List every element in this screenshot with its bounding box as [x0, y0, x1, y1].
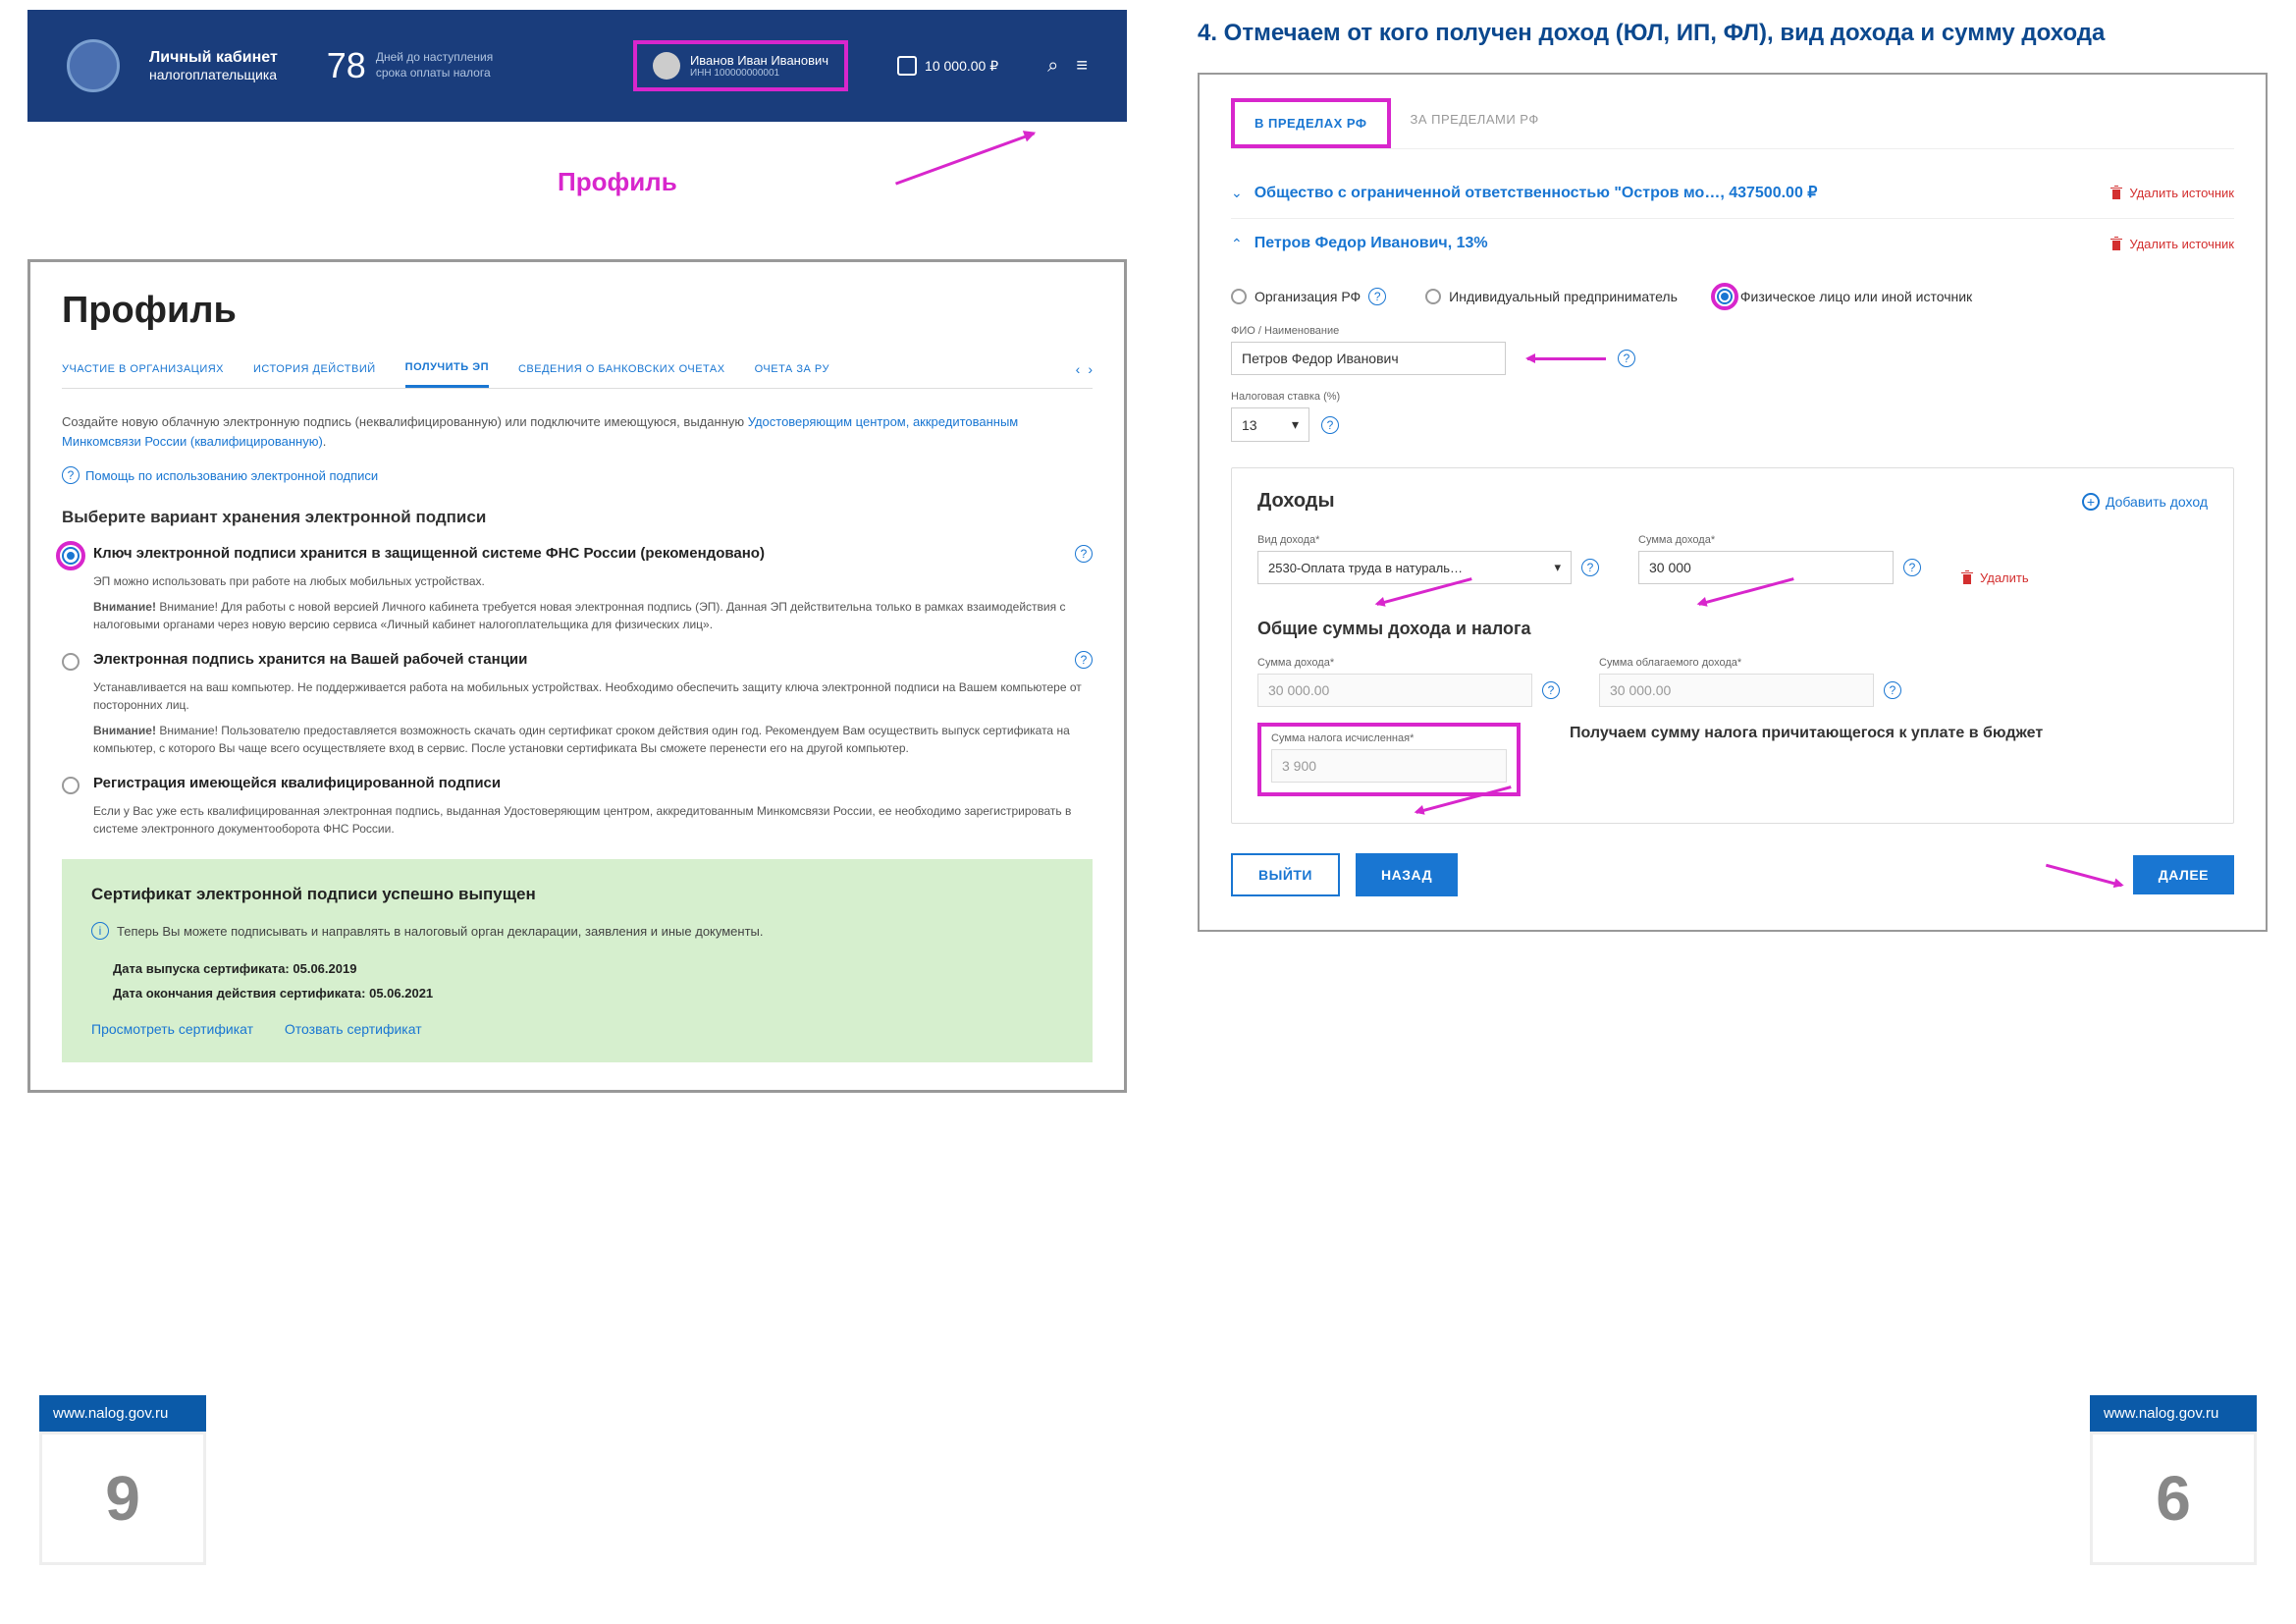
tab-get-sign[interactable]: ПОЛУЧИТЬ ЭП — [405, 350, 489, 388]
page-badge-left: www.nalog.gov.ru 9 — [39, 1395, 206, 1565]
help-icon[interactable]: ? — [1581, 559, 1599, 576]
radio-icon — [62, 777, 80, 794]
trash-icon — [2109, 236, 2123, 251]
next-button[interactable]: ДАЛЕЕ — [2133, 855, 2234, 894]
help-icon: ? — [62, 466, 80, 484]
income-block: Доходы + Добавить доход Вид дохода* 2530… — [1231, 467, 2234, 824]
help-icon[interactable]: ? — [1542, 681, 1560, 699]
fio-input[interactable]: Петров Федор Иванович — [1231, 342, 1506, 375]
profile-panel: Профиль УЧАСТИЕ В ОРГАНИЗАЦИЯХ ИСТОРИЯ Д… — [27, 259, 1127, 1093]
profile-callout: Профиль — [558, 167, 677, 197]
income-source-1[interactable]: ⌄ Общество с ограниченной ответственност… — [1231, 167, 2234, 219]
tab-inside-rf[interactable]: В ПРЕДЕЛАХ РФ — [1231, 98, 1391, 148]
certificate-success-box: Сертификат электронной подписи успешно в… — [62, 859, 1093, 1062]
chevron-down-icon: ▾ — [1554, 560, 1561, 575]
tab-history[interactable]: ИСТОРИЯ ДЕЙСТВИЙ — [253, 352, 376, 387]
exit-button[interactable]: ВЫЙТИ — [1231, 853, 1340, 896]
days-countdown: 78 Дней до наступлениясрока оплаты налог… — [327, 45, 493, 86]
arrow-icon — [2046, 863, 2122, 887]
delete-source-button[interactable]: Удалить источник — [2109, 236, 2234, 251]
step-heading: 4. Отмечаем от кого получен доход (ЮЛ, И… — [1198, 20, 2268, 47]
intro-text: Создайте новую облачную электронную подп… — [62, 412, 1093, 451]
page-badge-right: www.nalog.gov.ru 6 — [2090, 1395, 2257, 1565]
info-icon[interactable]: ? — [1075, 545, 1093, 563]
income-source-2[interactable]: ⌃ Петров Федор Иванович, 13% Удалить ист… — [1231, 219, 2234, 268]
info-icon: i — [91, 922, 109, 940]
help-icon[interactable]: ? — [1884, 681, 1901, 699]
search-icon[interactable]: ⌕ — [1047, 55, 1058, 78]
view-cert-link[interactable]: Просмотреть сертификат — [91, 1021, 253, 1037]
add-income-button[interactable]: + Добавить доход — [2082, 493, 2208, 511]
income-sum-input[interactable]: 30 000 — [1638, 551, 1894, 584]
tab-reports[interactable]: ОЧЕТА ЗА РУ — [755, 352, 829, 387]
tax-note: Получаем сумму налога причитающегося к у… — [1570, 723, 2043, 744]
income-form-panel: В ПРЕДЕЛАХ РФ ЗА ПРЕДЕЛАМИ РФ ⌄ Общество… — [1198, 73, 2268, 932]
totals-heading: Общие суммы дохода и налога — [1257, 619, 2208, 639]
menu-icon[interactable]: ≡ — [1076, 55, 1088, 78]
delete-income-button[interactable]: Удалить — [1960, 569, 2029, 585]
chevron-up-icon: ⌃ — [1231, 236, 1243, 252]
chevron-down-icon: ⌄ — [1231, 185, 1243, 201]
tax-calculated-highlight: Сумма налога исчисленная* 3 900 — [1257, 723, 1521, 796]
avatar-icon — [653, 52, 680, 80]
option-register-existing[interactable]: Регистрация имеющейся квалифицированной … — [62, 775, 1093, 794]
option-register-desc: Если у Вас уже есть квалифицированная эл… — [62, 802, 1093, 838]
help-link[interactable]: ? Помощь по использованию электронной по… — [62, 466, 1093, 484]
app-title: Личный кабинет налогоплательщика — [149, 49, 278, 82]
choose-heading: Выберите вариант хранения электронной по… — [62, 508, 1093, 527]
tax-calculated-input[interactable]: 3 900 — [1271, 749, 1507, 783]
taxable-income-input[interactable]: 30 000.00 — [1599, 674, 1874, 707]
rate-select[interactable]: 13▾ — [1231, 407, 1309, 442]
user-profile-button[interactable]: Иванов Иван Иванович ИНН 100000000001 — [633, 40, 848, 91]
radio-org-rf[interactable]: Организация РФ ? — [1231, 288, 1386, 305]
tab-next-icon[interactable]: › — [1088, 361, 1093, 377]
info-icon[interactable]: ? — [1075, 651, 1093, 669]
radio-icon — [62, 653, 80, 671]
help-icon[interactable]: ? — [1903, 559, 1921, 576]
plus-icon: + — [2082, 493, 2100, 511]
arrow-icon — [1527, 357, 1606, 360]
radio-ip[interactable]: Индивидуальный предприниматель — [1425, 289, 1678, 304]
option-cloud-key[interactable]: Ключ электронной подписи хранится в защи… — [62, 545, 1093, 565]
trash-icon — [2109, 185, 2123, 200]
option-cloud-desc: ЭП можно использовать при работе на любы… — [62, 572, 1093, 633]
balance-display[interactable]: 10 000.00 ₽ — [897, 56, 998, 76]
income-type-select[interactable]: 2530-Оплата труда в натураль…▾ — [1257, 551, 1572, 584]
logo-icon — [67, 39, 120, 92]
wallet-icon — [897, 56, 917, 76]
option-local-key[interactable]: Электронная подпись хранится на Вашей ра… — [62, 651, 1093, 671]
help-icon[interactable]: ? — [1321, 416, 1339, 434]
fio-label: ФИО / Наименование — [1231, 325, 2234, 337]
tab-outside-rf[interactable]: ЗА ПРЕДЕЛАМИ РФ — [1391, 98, 1559, 148]
profile-tabs: УЧАСТИЕ В ОРГАНИЗАЦИЯХ ИСТОРИЯ ДЕЙСТВИЙ … — [62, 350, 1093, 389]
app-header: Личный кабинет налогоплательщика 78 Дней… — [27, 10, 1127, 122]
radio-icon — [62, 547, 80, 565]
help-icon[interactable]: ? — [1618, 350, 1635, 367]
radio-individual[interactable]: Физическое лицо или иной источник — [1717, 289, 1972, 304]
total-income-input[interactable]: 30 000.00 — [1257, 674, 1532, 707]
tab-prev-icon[interactable]: ‹ — [1076, 361, 1081, 377]
back-button[interactable]: НАЗАД — [1356, 853, 1458, 896]
tab-org[interactable]: УЧАСТИЕ В ОРГАНИЗАЦИЯХ — [62, 352, 224, 387]
tab-bank[interactable]: СВЕДЕНИЯ О БАНКОВСКИХ ОЧЕТАХ — [518, 352, 725, 387]
trash-icon — [1960, 569, 1974, 585]
rate-label: Налоговая ставка (%) — [1231, 391, 2234, 403]
revoke-cert-link[interactable]: Отозвать сертификат — [285, 1021, 422, 1037]
option-local-desc: Устанавливается на ваш компьютер. Не под… — [62, 678, 1093, 757]
profile-heading: Профиль — [62, 290, 1093, 332]
chevron-down-icon: ▾ — [1292, 416, 1299, 433]
help-icon[interactable]: ? — [1368, 288, 1386, 305]
delete-source-button[interactable]: Удалить источник — [2109, 185, 2234, 200]
